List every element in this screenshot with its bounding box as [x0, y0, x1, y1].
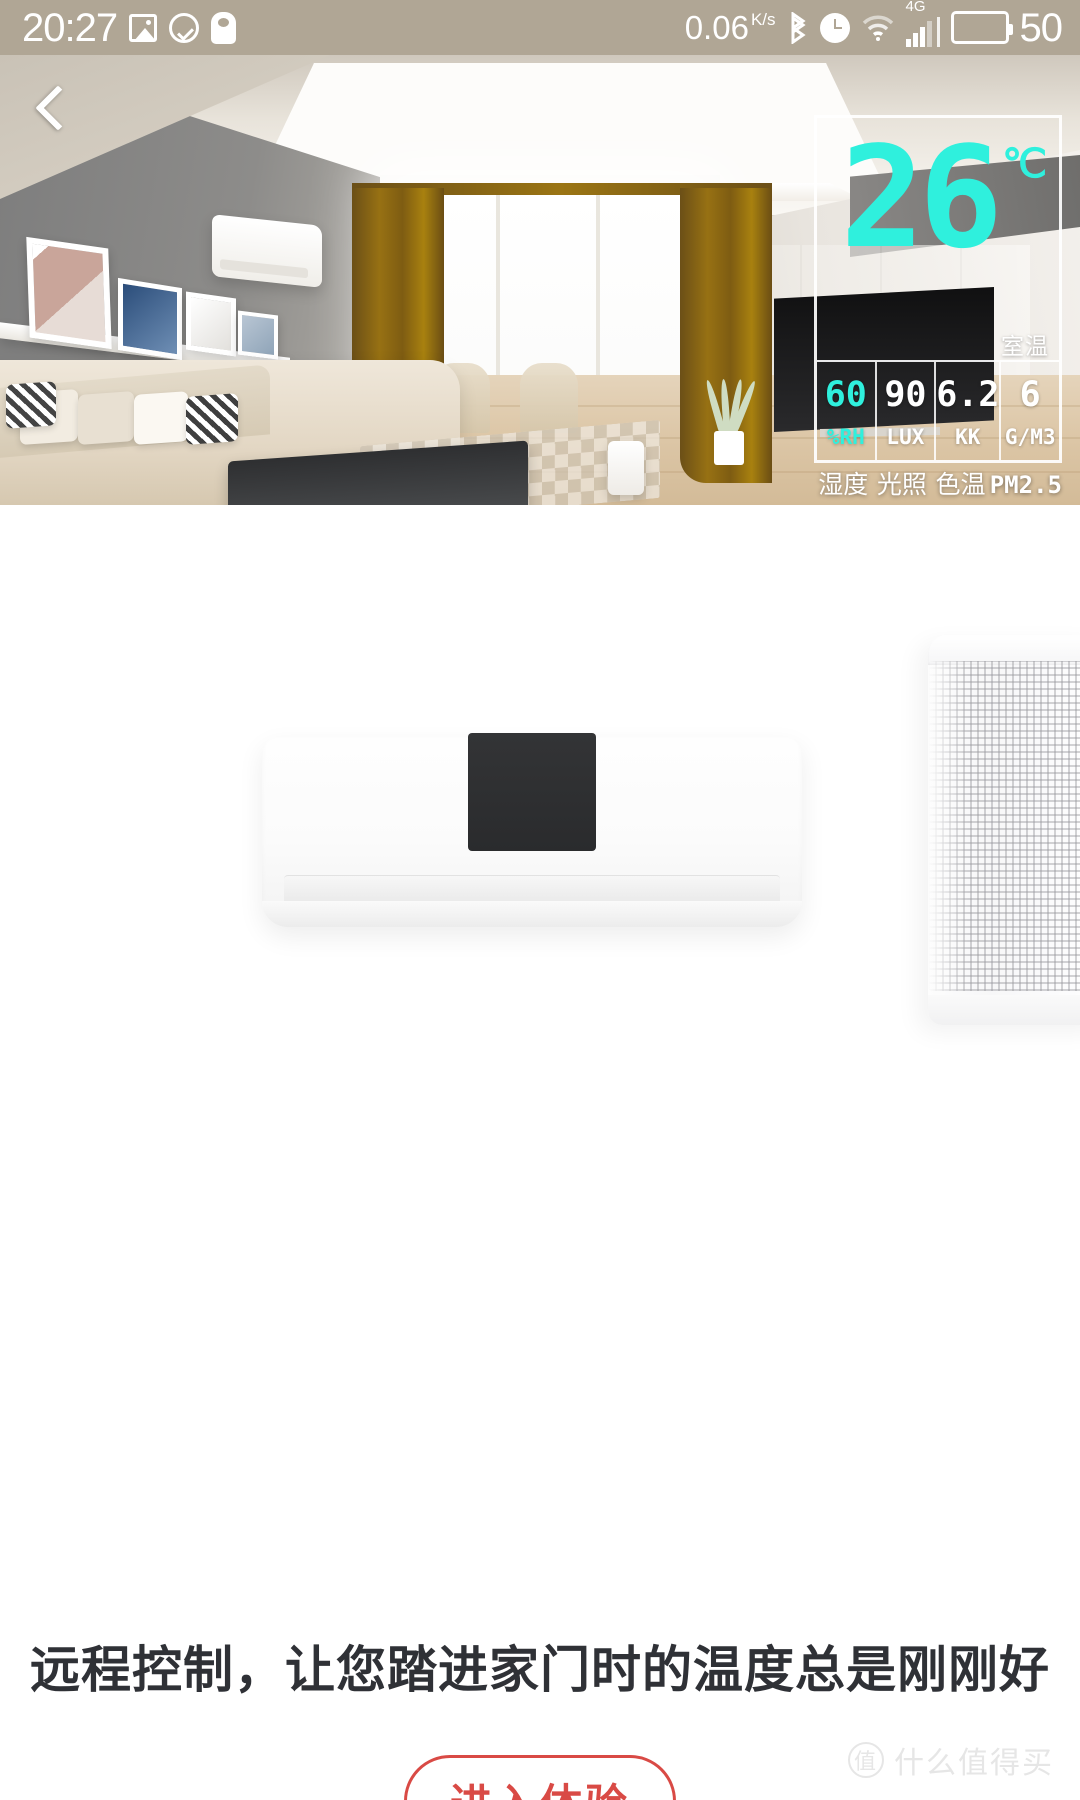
speaker-base — [928, 995, 1080, 1025]
metric-label-color-temperature: 色温 — [935, 471, 986, 499]
metric-pm25: 6 G/M3 — [1001, 362, 1059, 460]
signal-divider — [936, 17, 940, 47]
temperature-block: 26 ℃ 室温 — [817, 118, 1059, 363]
metric-label-pm25: PM2.5 — [989, 471, 1062, 499]
battery-icon — [950, 11, 1013, 44]
room-smart-speaker — [608, 441, 644, 495]
hero-room-photo: 26 ℃ 室温 60 %RH 90 LUX 6.2 KK 6 G/M3 湿度 光… — [0, 55, 1080, 505]
status-bar: 20:27 0.06 K/s 4G 50 — [0, 0, 1080, 55]
metric-label-humidity: 湿度 — [818, 471, 869, 499]
check-circle-icon — [169, 12, 200, 43]
signal-icon: 4G — [905, 0, 940, 47]
metric-unit: G/M3 — [1004, 425, 1056, 449]
metric-unit: LUX — [886, 425, 925, 449]
sensor-metric-labels: 湿度 光照 色温 PM2.5 — [814, 473, 1062, 498]
ac-bottom-lip — [262, 901, 802, 927]
network-speed: 0.06 K/s — [685, 11, 776, 44]
picture-frame — [118, 277, 182, 361]
sensor-metrics-grid: 60 %RH 90 LUX 6.2 KK 6 G/M3 — [817, 360, 1059, 460]
watermark-text: 什么值得买 — [894, 1747, 1054, 1780]
metric-label-illuminance: 光照 — [876, 471, 927, 499]
metric-value: 6.2 — [936, 375, 1000, 415]
cushion — [186, 393, 238, 445]
cushion — [134, 391, 188, 445]
metric-value: 60 — [824, 375, 867, 415]
picture-frame — [238, 310, 278, 360]
picture-frame — [26, 236, 112, 350]
status-bar-clock: 20:27 — [22, 5, 118, 50]
picture-frame — [186, 291, 236, 357]
ac-display-panel — [468, 733, 596, 851]
network-type-label: 4G — [905, 0, 926, 15]
metric-humidity: 60 %RH — [817, 362, 877, 460]
wall-air-conditioner — [212, 214, 322, 288]
slide-headline: 远程控制，让您踏进家门时的温度总是刚刚好 — [30, 1642, 1050, 1698]
speaker-mesh-grille — [928, 661, 1080, 991]
metric-color-temperature: 6.2 KK — [936, 362, 1002, 460]
qq-penguin-icon — [211, 11, 237, 44]
battery-percentage: 50 — [1019, 5, 1063, 50]
network-speed-unit: K/s — [750, 10, 776, 29]
room-temperature-value: 26 — [840, 117, 1003, 280]
metric-value: 90 — [884, 375, 927, 415]
product-illustration — [0, 505, 1080, 1155]
wifi-icon — [861, 15, 895, 41]
alarm-icon — [819, 12, 850, 43]
gallery-icon — [129, 13, 158, 42]
temperature-unit: ℃ — [1002, 141, 1047, 187]
sensor-overlay-panel: 26 ℃ 室温 60 %RH 90 LUX 6.2 KK 6 G/M3 — [814, 115, 1062, 463]
metric-unit: %RH — [826, 425, 865, 449]
metric-value: 6 — [1019, 375, 1041, 415]
potted-plant — [702, 373, 758, 465]
air-conditioner-product-image — [262, 733, 802, 927]
status-bar-right: 0.06 K/s 4G 50 — [685, 0, 1063, 50]
temperature-label: 室温 — [1001, 333, 1049, 359]
cushion — [78, 391, 134, 445]
metric-illuminance: 90 LUX — [877, 362, 937, 460]
smzdm-watermark: 值 什么值得买 — [848, 1738, 1054, 1782]
onboarding-slide: 远程控制，让您踏进家门时的温度总是刚刚好 进入体验 值 什么值得买 — [0, 505, 1080, 1800]
cushion — [6, 381, 56, 429]
smart-speaker-product-image — [928, 635, 1080, 1025]
back-button[interactable] — [28, 85, 74, 131]
watermark-logo-icon: 值 — [848, 1742, 884, 1778]
balcony-chair — [520, 363, 578, 433]
network-speed-value: 0.06 — [684, 9, 749, 46]
status-bar-left: 20:27 — [22, 5, 237, 50]
metric-unit: KK — [955, 425, 981, 449]
signal-bars — [905, 21, 932, 47]
bluetooth-icon — [787, 11, 809, 44]
enter-experience-button[interactable]: 进入体验 — [404, 1755, 676, 1800]
